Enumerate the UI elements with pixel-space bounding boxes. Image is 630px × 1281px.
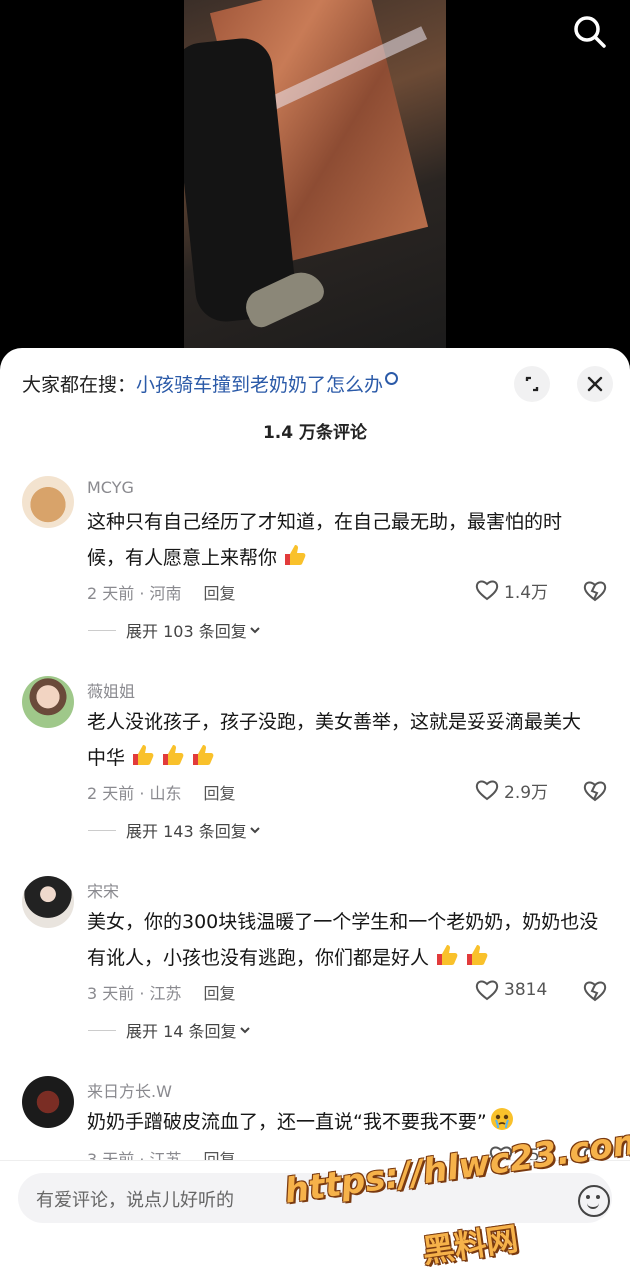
comment-text: 奶奶手蹭破皮流血了，还一直说“我不要我不要” bbox=[87, 1104, 599, 1140]
broken-heart-icon bbox=[583, 781, 607, 802]
comment-text: 美女，你的300块钱温暖了一个学生和一个老奶奶，奶奶也没有讹人，小孩也没有逃跑，… bbox=[87, 904, 599, 976]
dislike-button[interactable] bbox=[582, 778, 608, 804]
expand-icon bbox=[525, 376, 539, 392]
chevron-down-icon bbox=[250, 827, 260, 834]
like-count: 1.4万 bbox=[504, 582, 549, 603]
heart-icon bbox=[475, 580, 499, 601]
broken-heart-icon bbox=[583, 581, 607, 602]
thumbs-up-emoji-icon bbox=[437, 945, 458, 965]
comment-username[interactable]: 宋宋 bbox=[87, 878, 119, 902]
comment-input-placeholder: 有爱评论，说点儿好听的 bbox=[36, 1190, 234, 1211]
comment-text: 老人没讹孩子，孩子没跑，美女善举，这就是妥妥滴最美大中华 bbox=[87, 704, 599, 776]
dislike-button[interactable] bbox=[582, 578, 608, 604]
expand-replies-button[interactable]: 展开 14 条回复 bbox=[88, 1018, 253, 1042]
comment-username[interactable]: 薇姐姐 bbox=[87, 678, 135, 702]
comment-time-location: 2 天前 · 山东 bbox=[87, 784, 182, 803]
video-frame bbox=[184, 0, 446, 360]
watermark: https://hlwc23.com 黑料网 bbox=[282, 1121, 630, 1280]
trending-search[interactable]: 大家都在搜：小孩骑车撞到老奶奶了怎么办 bbox=[22, 370, 399, 400]
divider-line bbox=[88, 1029, 116, 1031]
comment-time-location: 3 天前 · 江苏 bbox=[87, 984, 182, 1003]
thumbs-up-emoji-icon bbox=[467, 945, 488, 965]
close-icon bbox=[587, 376, 603, 392]
thumbs-up-emoji-icon bbox=[193, 745, 214, 765]
reply-button[interactable]: 回复 bbox=[204, 584, 236, 603]
expand-replies-button[interactable]: 展开 103 条回复 bbox=[88, 618, 263, 642]
video-player[interactable] bbox=[0, 0, 630, 360]
watermark-brand: 黑料网 bbox=[420, 1219, 521, 1271]
comment-username[interactable]: 来日方长.W bbox=[87, 1078, 172, 1102]
expand-replies-label: 展开 143 条回复 bbox=[126, 822, 247, 841]
avatar[interactable] bbox=[22, 876, 74, 928]
comment-text-body: 这种只有自己经历了才知道，在自己最无助，最害怕的时候，有人愿意上来帮你 bbox=[87, 511, 563, 569]
like-count: 3814 bbox=[504, 980, 548, 1000]
search-icon[interactable] bbox=[570, 12, 610, 52]
dislike-button[interactable] bbox=[582, 978, 608, 1004]
search-mini-icon bbox=[385, 372, 399, 385]
heart-icon bbox=[475, 780, 499, 801]
thumbs-up-emoji-icon bbox=[163, 745, 184, 765]
thumbs-up-emoji-icon bbox=[285, 545, 306, 565]
like-count: 2.9万 bbox=[504, 782, 549, 803]
expand-replies-button[interactable]: 展开 143 条回复 bbox=[88, 818, 263, 842]
reply-button[interactable]: 回复 bbox=[204, 984, 236, 1003]
divider-line bbox=[88, 829, 116, 831]
chevron-down-icon bbox=[250, 627, 260, 634]
heart-icon bbox=[475, 980, 499, 1001]
search-query-link[interactable]: 小孩骑车撞到老奶奶了怎么办 bbox=[136, 374, 383, 396]
avatar[interactable] bbox=[22, 1076, 74, 1128]
reply-button[interactable]: 回复 bbox=[204, 784, 236, 803]
chevron-down-icon bbox=[239, 1027, 250, 1034]
divider-line bbox=[88, 629, 116, 631]
comment-text-body: 美女，你的300块钱温暖了一个学生和一个老奶奶，奶奶也没有讹人，小孩也没有逃跑，… bbox=[87, 911, 599, 969]
comment-meta: 2 天前 · 河南 回复 bbox=[87, 580, 236, 604]
search-prefix: 大家都在搜： bbox=[22, 374, 137, 396]
avatar[interactable] bbox=[22, 676, 74, 728]
like-button[interactable]: 2.9万 bbox=[474, 776, 548, 804]
comment-count: 1.4 万条评论 bbox=[262, 423, 368, 443]
comment-text: 这种只有自己经历了才知道，在自己最无助，最害怕的时候，有人愿意上来帮你 bbox=[87, 504, 599, 576]
crying-face-emoji-icon bbox=[490, 1108, 513, 1130]
close-button[interactable] bbox=[577, 366, 613, 402]
avatar[interactable] bbox=[22, 476, 74, 528]
fullscreen-button[interactable] bbox=[514, 366, 550, 402]
comment-time-location: 2 天前 · 河南 bbox=[87, 584, 182, 603]
comment-username[interactable]: MCYG bbox=[87, 478, 134, 497]
expand-replies-label: 展开 14 条回复 bbox=[126, 1022, 237, 1041]
like-button[interactable]: 1.4万 bbox=[474, 576, 548, 604]
expand-replies-label: 展开 103 条回复 bbox=[126, 622, 247, 641]
comment-meta: 3 天前 · 江苏 回复 bbox=[87, 980, 236, 1004]
comment-text-body: 奶奶手蹭破皮流血了，还一直说“我不要我不要” bbox=[87, 1111, 487, 1133]
thumbs-up-emoji-icon bbox=[133, 745, 154, 765]
comment-meta: 2 天前 · 山东 回复 bbox=[87, 780, 236, 804]
broken-heart-icon bbox=[583, 981, 607, 1002]
like-button[interactable]: 3814 bbox=[474, 976, 547, 1004]
